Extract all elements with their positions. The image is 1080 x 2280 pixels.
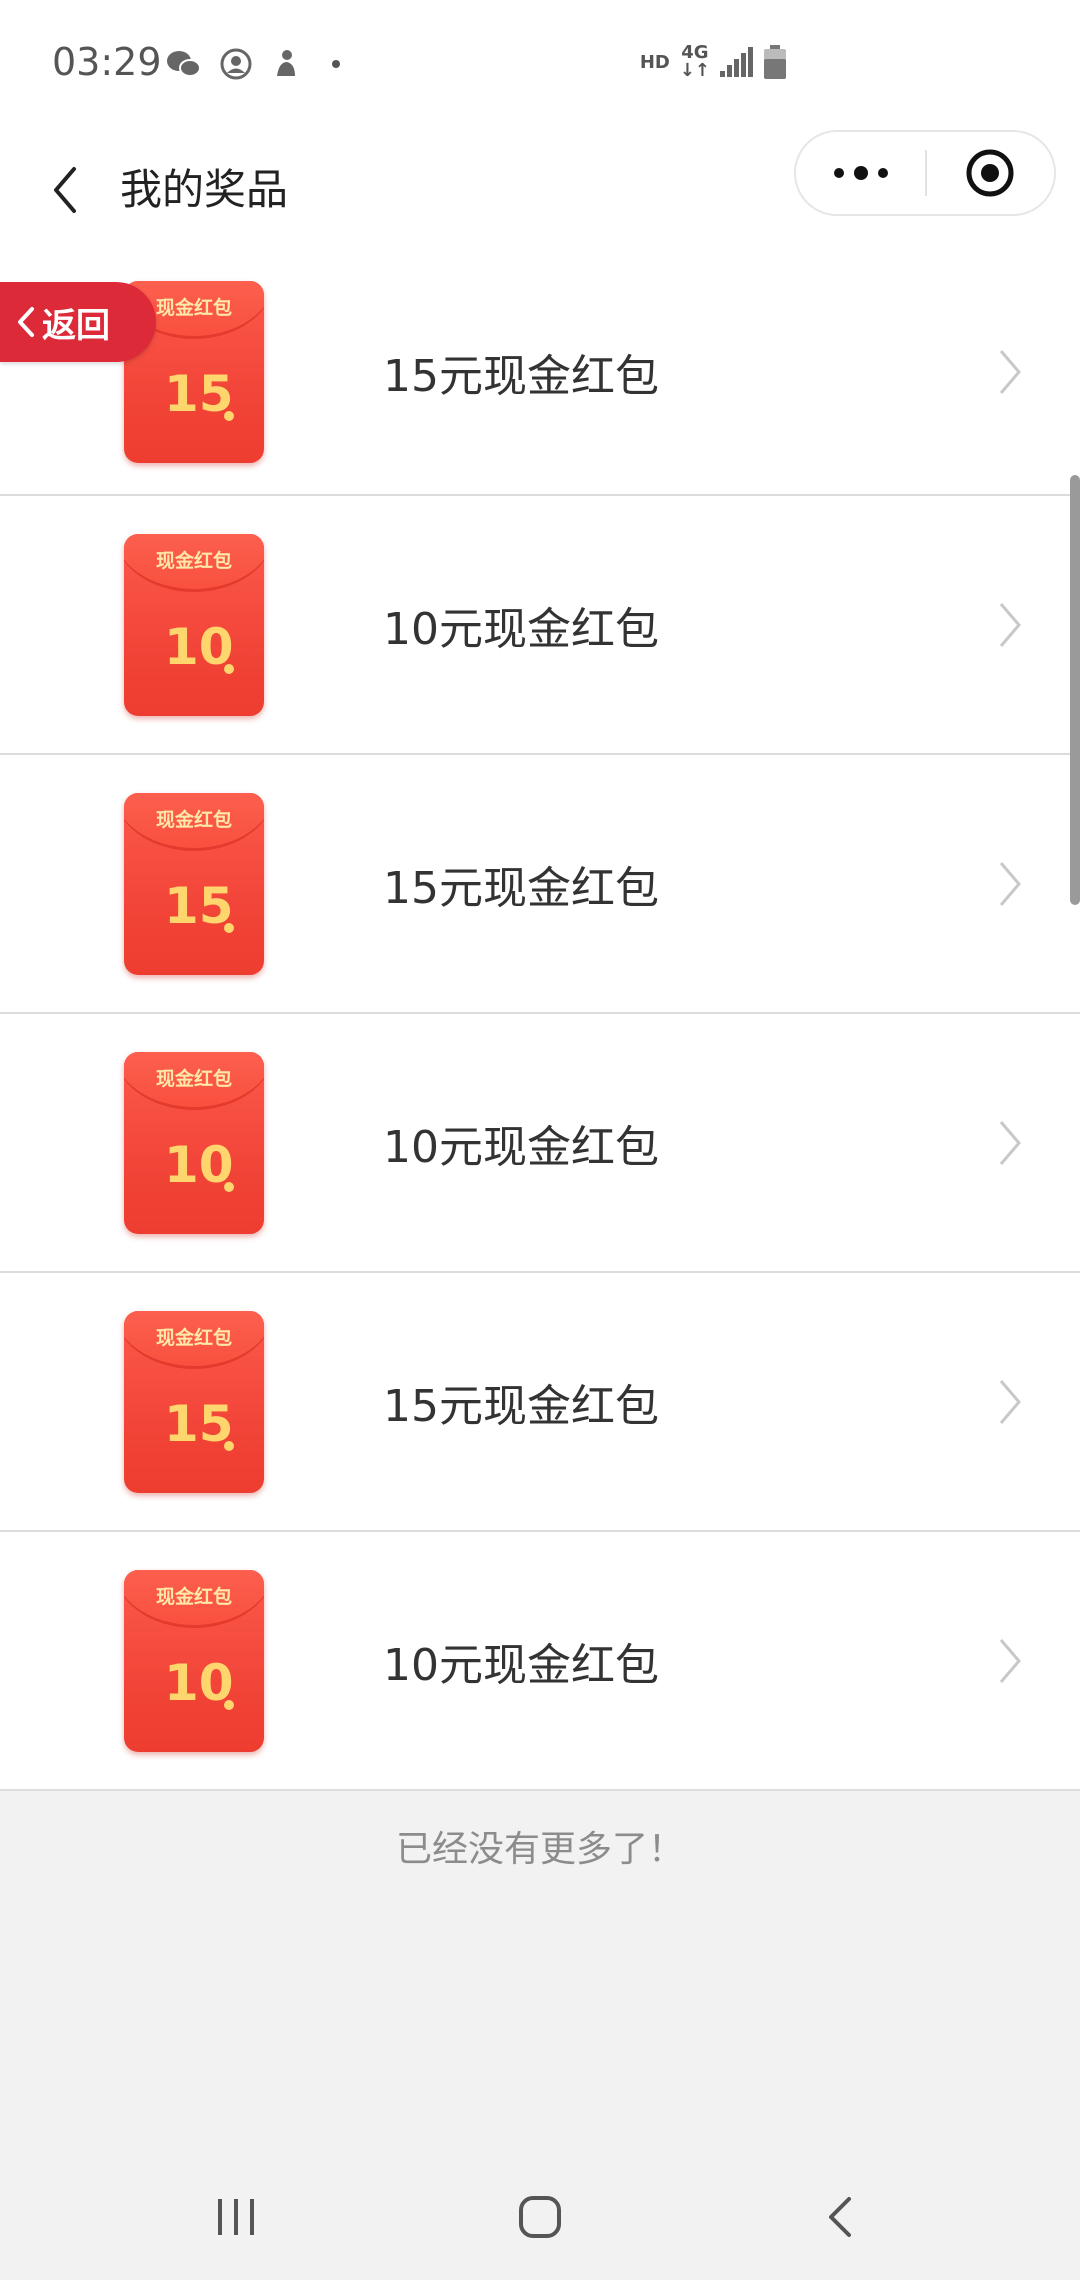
recent-apps-icon xyxy=(218,2199,254,2235)
prize-item[interactable]: 现金红包 10 10元现金红包 xyxy=(0,1014,1080,1273)
prize-title: 10元现金红包 xyxy=(383,1121,659,1173)
signal-icon xyxy=(720,47,753,77)
prize-title: 10元现金红包 xyxy=(383,1639,659,1691)
battery-icon xyxy=(764,45,786,79)
close-button[interactable] xyxy=(927,132,1054,214)
back-nav-icon xyxy=(829,2197,851,2237)
wechat-icon xyxy=(166,46,202,82)
chevron-right-icon xyxy=(990,854,1030,914)
red-envelope-icon: 现金红包 10 xyxy=(124,1569,264,1752)
account-icon xyxy=(218,46,254,82)
person-icon xyxy=(268,46,304,82)
chevron-right-icon xyxy=(990,1113,1030,1173)
status-time: 03:29 xyxy=(52,40,162,84)
prize-item[interactable]: 现金红包 10 10元现金红包 xyxy=(0,1532,1080,1791)
red-envelope-icon: 现金红包 15 xyxy=(124,1310,264,1493)
network-4g-icon: 4G ↓↑ xyxy=(679,42,710,81)
recent-apps-button[interactable] xyxy=(196,2182,276,2252)
prize-title: 15元现金红包 xyxy=(383,351,659,402)
prize-item[interactable]: 现金红包 15 15元现金红包 xyxy=(0,250,1080,496)
chevron-right-icon xyxy=(990,595,1030,655)
back-nav-button[interactable] xyxy=(800,2182,880,2252)
more-dots-icon xyxy=(833,166,888,180)
return-button[interactable]: 返回 xyxy=(0,282,156,362)
screen: 03:29 HD 4G ↓↑ 我的奖品 现金红包 15 15元现金红包 现金红包… xyxy=(0,0,1080,2280)
prize-list: 现金红包 15 15元现金红包 现金红包 10 10元现金红包 现金红包 15 … xyxy=(0,250,1080,1791)
red-envelope-icon: 现金红包 10 xyxy=(124,1051,264,1234)
prize-item[interactable]: 现金红包 10 10元现金红包 xyxy=(0,496,1080,755)
chevron-right-icon xyxy=(990,1372,1030,1432)
chevron-left-icon xyxy=(54,167,76,213)
status-bar: 03:29 HD 4G ↓↑ xyxy=(0,0,1080,130)
hd-icon: HD xyxy=(639,51,670,73)
page-title: 我的奖品 xyxy=(120,165,289,214)
chevron-right-icon xyxy=(990,1631,1030,1691)
back-button[interactable] xyxy=(30,152,100,228)
red-envelope-icon: 现金红包 15 xyxy=(124,792,264,975)
mini-program-capsule xyxy=(794,130,1056,216)
prize-title: 15元现金红包 xyxy=(383,862,659,914)
nav-bar: 我的奖品 xyxy=(0,130,1080,250)
prize-item[interactable]: 现金红包 15 15元现金红包 xyxy=(0,1273,1080,1532)
notification-dot xyxy=(332,60,340,68)
prize-title: 10元现金红包 xyxy=(383,603,659,655)
chevron-left-icon xyxy=(18,307,34,337)
red-envelope-icon: 现金红包 10 xyxy=(124,533,264,716)
target-close-icon xyxy=(966,149,1014,197)
scrollbar[interactable] xyxy=(1070,475,1080,905)
system-nav-bar xyxy=(0,2156,1080,2280)
status-right: HD 4G ↓↑ xyxy=(640,44,786,80)
home-icon xyxy=(519,2196,561,2238)
prize-item[interactable]: 现金红包 15 15元现金红包 xyxy=(0,755,1080,1014)
return-label: 返回 xyxy=(42,305,110,346)
chevron-right-icon xyxy=(990,342,1030,402)
more-button[interactable] xyxy=(796,132,925,214)
no-more-text: 已经没有更多了！ xyxy=(395,1829,684,1870)
home-button[interactable] xyxy=(500,2182,580,2252)
prize-title: 15元现金红包 xyxy=(383,1380,659,1432)
